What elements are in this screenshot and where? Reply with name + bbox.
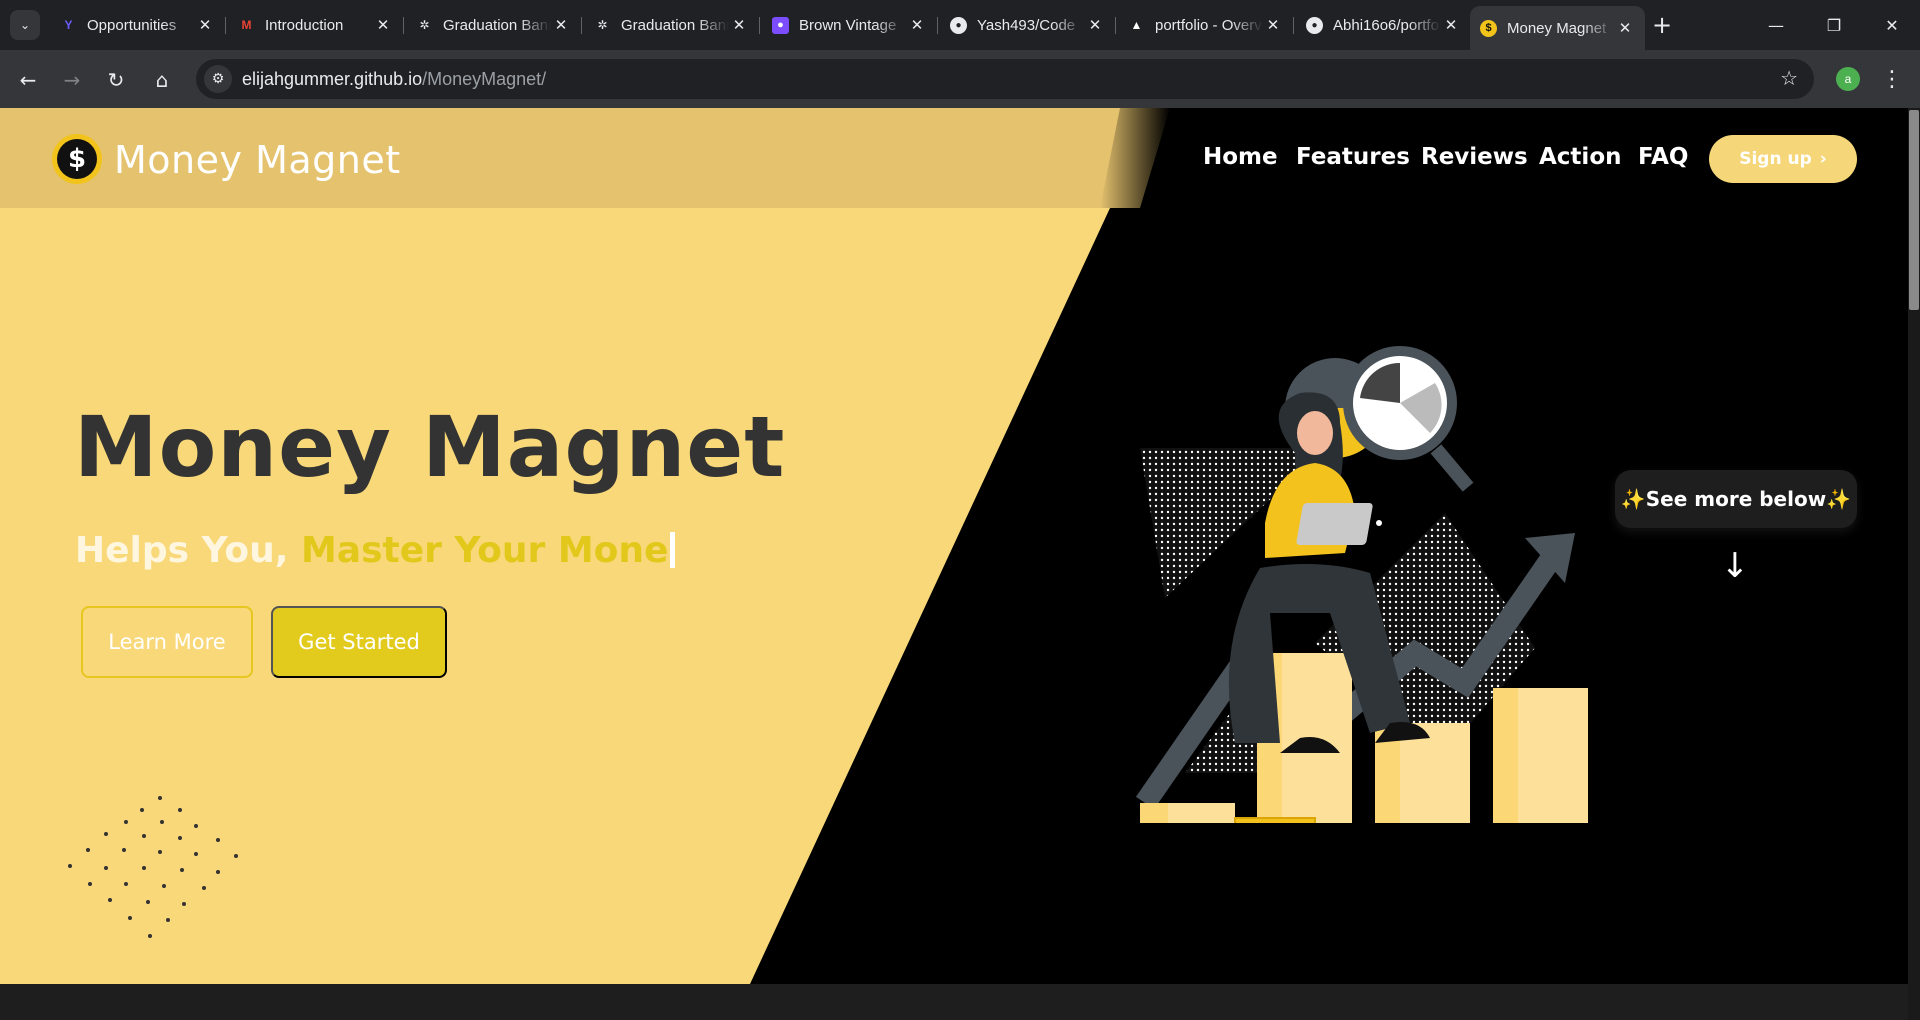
back-arrow-icon[interactable]: ← <box>12 64 44 96</box>
tab-separator <box>937 17 938 34</box>
finance-illustration: $ <box>1135 346 1588 823</box>
typing-caret <box>670 532 676 568</box>
tab-title: Money Magnet <box>1507 19 1607 37</box>
canva-icon: ● <box>772 16 789 34</box>
next-section-edge <box>0 984 1908 1020</box>
close-tab-icon[interactable]: ✕ <box>195 16 215 34</box>
tab-search-button[interactable]: ⌄ <box>10 10 40 40</box>
address-bar[interactable]: ⚙ elijahgummer.github.io/MoneyMagnet/ ☆ <box>196 59 1814 99</box>
nav-link-features[interactable]: Features <box>1296 144 1410 170</box>
signup-button[interactable]: Sign up › <box>1709 135 1857 183</box>
browser-tab[interactable]: ✲ Graduation Banner ✕ <box>406 8 582 42</box>
page-scrollbar[interactable] <box>1908 108 1920 1020</box>
dollar-logo-symbol: $ <box>57 139 97 179</box>
url-text[interactable]: elijahgummer.github.io/MoneyMagnet/ <box>242 69 546 90</box>
magnifier-handle <box>1430 444 1474 492</box>
get-started-button[interactable]: Get Started <box>271 606 447 678</box>
tab-separator <box>581 17 582 34</box>
tab-title: Opportunities <box>87 16 177 34</box>
money-magnet-favicon: $ <box>1480 19 1497 37</box>
chevron-right-icon: › <box>1819 149 1827 169</box>
tab-separator <box>403 17 404 34</box>
nav-link-reviews[interactable]: Reviews <box>1421 144 1528 170</box>
close-tab-icon[interactable]: ✕ <box>373 16 393 34</box>
site-header: $ Money Magnet Home Features Reviews Act… <box>0 108 1908 208</box>
brand-name[interactable]: Money Magnet <box>114 138 401 182</box>
decorative-dot-pattern <box>68 796 238 938</box>
learn-more-button[interactable]: Learn More <box>81 606 253 678</box>
close-tab-icon[interactable]: ✕ <box>1085 16 1105 34</box>
unstop-icon: Y <box>64 18 73 32</box>
close-tab-icon[interactable]: ✕ <box>907 16 927 34</box>
url-host: elijahgummer.github.io <box>242 69 423 89</box>
tab-title: Graduation Banner <box>443 16 551 34</box>
hero-subtitle-typed: Master Your Mone <box>300 530 669 571</box>
coin-stack-left <box>1234 817 1316 823</box>
browser-tab[interactable]: ● Abhi16o6/portfolio ✕ <box>1296 8 1471 42</box>
minimize-icon[interactable]: — <box>1756 10 1796 40</box>
browser-tab[interactable]: ● Brown Vintage ✕ <box>762 8 938 42</box>
page-viewport: $ Money Magnet Home Features Reviews Act… <box>0 108 1920 1020</box>
close-tab-icon[interactable]: ✕ <box>1441 16 1461 34</box>
browser-tab[interactable]: ▲ portfolio - Overview ✕ <box>1118 8 1294 42</box>
browser-tab[interactable]: M Introduction ✕ <box>228 8 404 42</box>
browser-tab-active[interactable]: $ Money Magnet ✕ <box>1470 6 1645 50</box>
browser-tab-strip: ⌄ Y Opportunities ✕ M Introduction ✕ ✲ G… <box>0 0 1920 50</box>
arrow-down-icon[interactable]: ↓ <box>1720 546 1750 586</box>
browser-tab[interactable]: ✲ Graduation Banner ✕ <box>584 8 760 42</box>
profile-avatar[interactable]: a <box>1836 67 1860 91</box>
chatgpt-icon: ✲ <box>597 18 608 32</box>
close-tab-icon[interactable]: ✕ <box>551 16 571 34</box>
dollar-logo-icon[interactable]: $ <box>52 134 102 184</box>
hero-subtitle-lead: Helps You, <box>75 530 301 571</box>
scrollbar-thumb[interactable] <box>1909 110 1919 310</box>
signup-label: Sign up <box>1739 149 1812 169</box>
tab-separator <box>1293 17 1294 34</box>
nav-link-faq[interactable]: FAQ <box>1638 144 1688 170</box>
laptop-logo <box>1376 520 1382 526</box>
close-tab-icon[interactable]: ✕ <box>729 16 749 34</box>
home-icon[interactable]: ⌂ <box>146 64 178 96</box>
new-tab-button[interactable]: + <box>1648 11 1676 39</box>
woman-face <box>1297 411 1333 455</box>
bookmark-star-icon[interactable]: ☆ <box>1780 66 1798 90</box>
browser-menu-icon[interactable]: ⋮ <box>1880 64 1904 94</box>
hero-title: Money Magnet <box>74 398 786 496</box>
github-icon: ● <box>1306 16 1323 34</box>
browser-tab[interactable]: Y Opportunities ✕ <box>50 8 226 42</box>
close-tab-icon[interactable]: ✕ <box>1263 16 1283 34</box>
tab-separator <box>759 17 760 34</box>
nav-link-action[interactable]: Action <box>1539 144 1622 170</box>
see-more-badge[interactable]: ✨See more below✨ <box>1615 470 1857 528</box>
tab-title: Graduation Banner <box>621 16 729 34</box>
nav-link-home[interactable]: Home <box>1203 144 1278 170</box>
tab-title: portfolio - Overview <box>1155 16 1263 34</box>
close-tab-icon[interactable]: ✕ <box>1615 19 1635 37</box>
forward-arrow-icon[interactable]: → <box>56 64 88 96</box>
restore-icon[interactable]: ❐ <box>1814 10 1854 40</box>
tab-title: Brown Vintage <box>799 16 897 34</box>
vercel-icon: ▲ <box>1130 18 1143 32</box>
laptop <box>1296 503 1373 545</box>
github-icon: ● <box>950 16 967 34</box>
gmail-icon: M <box>241 18 252 32</box>
close-window-icon[interactable]: ✕ <box>1872 10 1912 40</box>
site-info-icon[interactable]: ⚙ <box>204 65 232 93</box>
tab-title: Yash493/Code <box>977 16 1076 34</box>
bar-4-side <box>1493 688 1518 823</box>
chatgpt-icon: ✲ <box>419 18 430 32</box>
reload-icon[interactable]: ↻ <box>100 64 132 96</box>
tab-title: Introduction <box>265 16 344 34</box>
tab-separator <box>225 17 226 34</box>
url-path: /MoneyMagnet/ <box>422 69 547 89</box>
hero-subtitle: Helps You, Master Your Mone <box>75 530 676 571</box>
bar-1-side <box>1140 803 1168 823</box>
browser-toolbar: ← → ↻ ⌂ ⚙ elijahgummer.github.io/MoneyMa… <box>0 50 1920 108</box>
tab-separator <box>1115 17 1116 34</box>
browser-tab[interactable]: ● Yash493/Code ✕ <box>940 8 1116 42</box>
tab-title: Abhi16o6/portfolio <box>1333 16 1441 34</box>
